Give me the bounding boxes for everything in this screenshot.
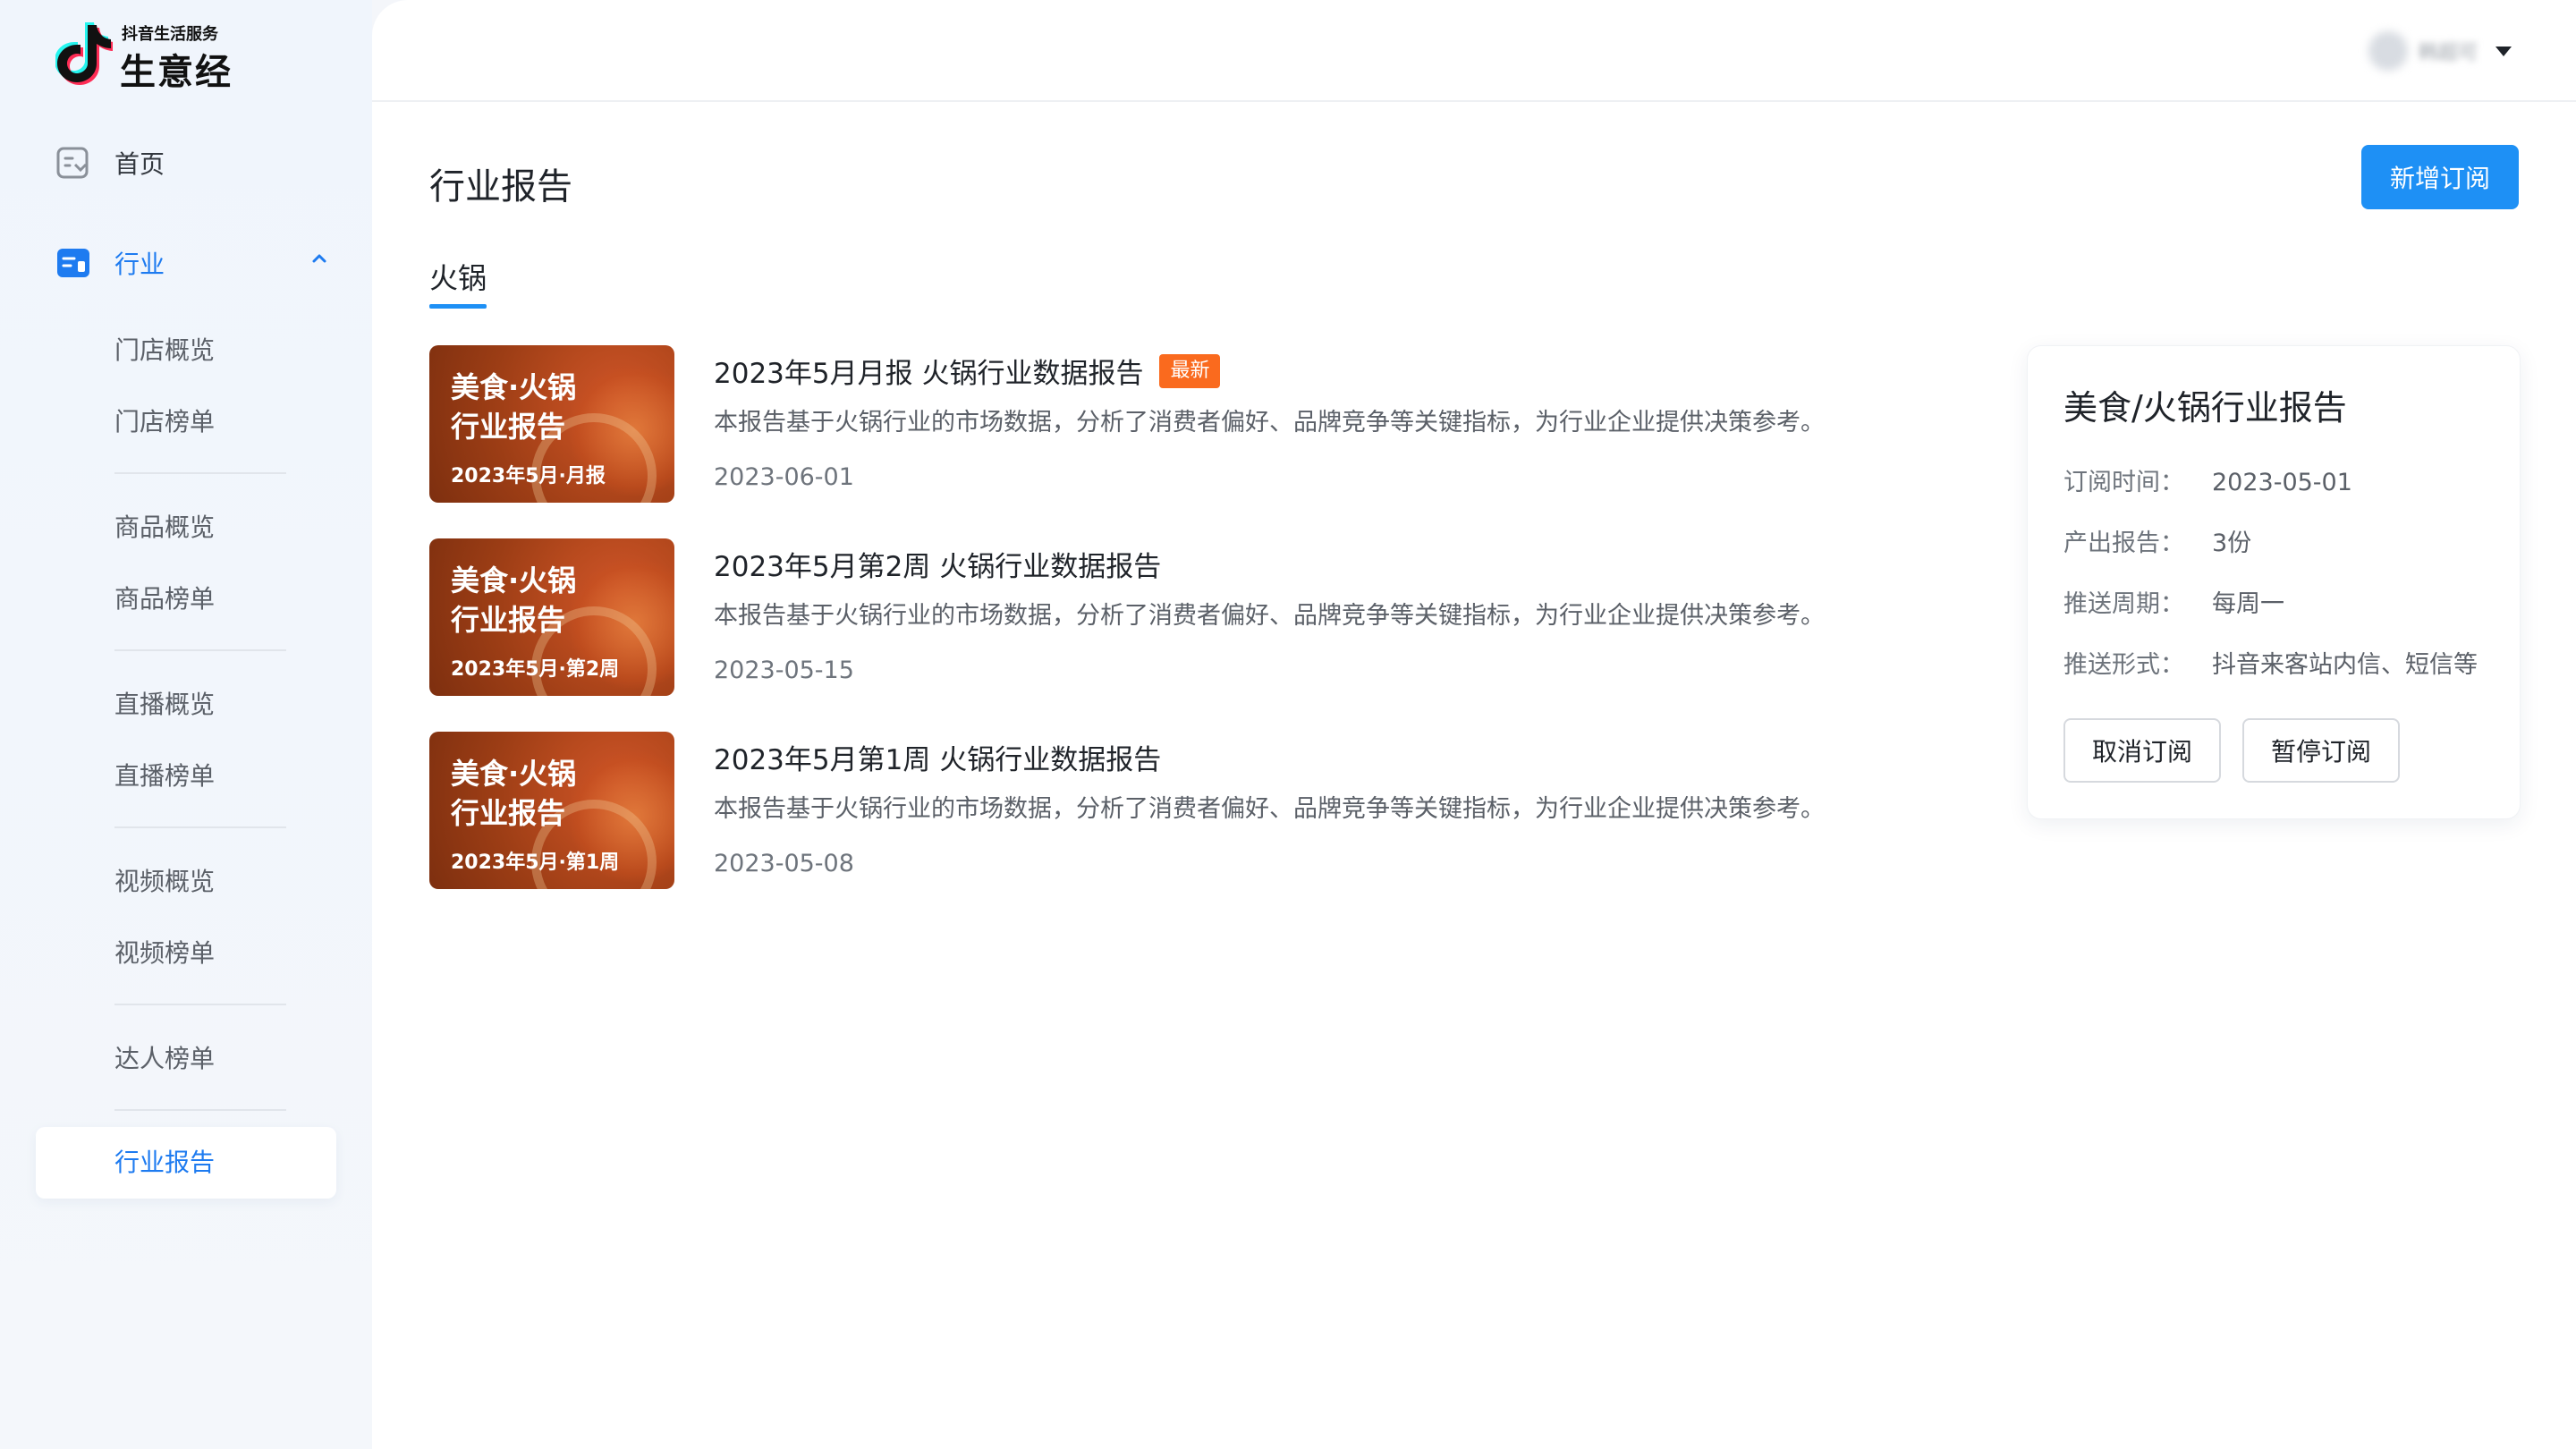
sidebar-item-store-overview[interactable]: 门店概览	[114, 333, 215, 369]
tab-active-indicator	[429, 304, 487, 309]
report-date: 2023-06-01	[714, 463, 854, 491]
row-label: 订阅时间：	[2063, 469, 2184, 496]
sidebar-divider	[114, 1109, 286, 1111]
top-bar: 韩超可	[372, 0, 2576, 102]
subscription-row: 推送周期： 每周一	[2063, 584, 2284, 619]
sidebar-item-influencer-ranking[interactable]: 达人榜单	[114, 1041, 215, 1077]
brand-logo[interactable]: 抖音生活服务 生意经	[55, 21, 270, 93]
subscription-row: 推送形式： 抖音来客站内信、短信等	[2063, 645, 2478, 680]
brand-subtitle: 抖音生活服务	[122, 25, 218, 44]
nav-home[interactable]: 首页	[55, 141, 165, 184]
sidebar-item-live-overview[interactable]: 直播概览	[114, 687, 215, 723]
report-description: 本报告基于火锅行业的市场数据，分析了消费者偏好、品牌竞争等关键指标，为行业企业提…	[714, 602, 1825, 630]
thumbnail-title: 美食·火锅	[451, 564, 577, 597]
nav-industry-label: 行业	[114, 250, 165, 279]
subscription-title: 美食/火锅行业报告	[2063, 388, 2347, 428]
report-title[interactable]: 2023年5月第2周 火锅行业数据报告	[714, 544, 1161, 584]
home-icon	[56, 147, 89, 179]
report-title-text: 2023年5月月报 火锅行业数据报告	[714, 358, 1144, 390]
sidebar-item-label: 行业报告	[114, 1148, 216, 1177]
row-value: 抖音来客站内信、短信等	[2212, 651, 2478, 679]
add-subscription-button[interactable]: 新增订阅	[2361, 145, 2519, 209]
user-name: 韩超可	[2418, 42, 2478, 64]
subscription-row: 产出报告： 3份	[2063, 523, 2251, 558]
report-description: 本报告基于火锅行业的市场数据，分析了消费者偏好、品牌竞争等关键指标，为行业企业提…	[714, 409, 1825, 436]
row-value: 3份	[2212, 530, 2252, 557]
chevron-up-icon[interactable]	[309, 249, 329, 268]
nav-home-label: 首页	[114, 149, 165, 179]
cancel-subscription-button[interactable]: 取消订阅	[2063, 718, 2221, 783]
pause-subscription-button[interactable]: 暂停订阅	[2242, 718, 2400, 783]
new-badge: 最新	[1159, 353, 1221, 388]
main-content: 韩超可 行业报告 新增订阅 火锅 美食·火锅 行业报告 2023年5月·月报 2…	[372, 0, 2576, 1449]
sidebar-item-industry-report[interactable]: 行业报告	[36, 1127, 336, 1199]
thumbnail-subtitle: 行业报告	[451, 603, 566, 637]
sidebar-divider	[114, 826, 286, 828]
report-title-text: 2023年5月第1周 火锅行业数据报告	[714, 744, 1162, 776]
report-thumbnail[interactable]: 美食·火锅 行业报告 2023年5月·第2周	[429, 538, 674, 696]
report-date: 2023-05-15	[714, 657, 854, 684]
douyin-logo-icon	[55, 22, 113, 85]
report-title[interactable]: 2023年5月第1周 火锅行业数据报告	[714, 737, 1161, 777]
caret-down-icon	[2496, 46, 2512, 56]
user-menu[interactable]: 韩超可	[2368, 30, 2512, 72]
report-thumbnail[interactable]: 美食·火锅 行业报告 2023年5月·月报	[429, 345, 674, 503]
sidebar-divider	[114, 649, 286, 651]
subscription-card: 美食/火锅行业报告 订阅时间： 2023-05-01 产出报告： 3份 推送周期： 每…	[2027, 345, 2521, 819]
sidebar-item-store-ranking[interactable]: 门店榜单	[114, 404, 215, 440]
industry-icon	[57, 249, 89, 277]
sidebar-item-live-ranking[interactable]: 直播榜单	[114, 758, 215, 794]
report-description: 本报告基于火锅行业的市场数据，分析了消费者偏好、品牌竞争等关键指标，为行业企业提…	[714, 795, 1825, 823]
brand-name: 生意经	[120, 52, 233, 93]
sidebar-item-video-ranking[interactable]: 视频榜单	[114, 936, 215, 971]
report-title[interactable]: 2023年5月月报 火锅行业数据报告 最新	[714, 351, 1221, 391]
thumbnail-period: 2023年5月·第1周	[451, 852, 620, 874]
row-value: 2023-05-01	[2212, 469, 2352, 496]
row-label: 推送周期：	[2063, 590, 2184, 618]
sidebar-divider	[114, 1004, 286, 1005]
row-value: 每周一	[2212, 590, 2284, 618]
report-item[interactable]: 美食·火锅 行业报告 2023年5月·月报 2023年5月月报 火锅行业数据报告…	[429, 345, 1986, 503]
report-date: 2023-05-08	[714, 850, 854, 877]
avatar	[2368, 31, 2408, 71]
tab-hotpot[interactable]: 火锅	[429, 256, 487, 297]
report-item[interactable]: 美食·火锅 行业报告 2023年5月·第1周 2023年5月第1周 火锅行业数据…	[429, 732, 1986, 889]
page-title: 行业报告	[429, 166, 572, 208]
thumbnail-period: 2023年5月·第2周	[451, 658, 620, 681]
thumbnail-subtitle: 行业报告	[451, 410, 566, 444]
thumbnail-title: 美食·火锅	[451, 757, 577, 791]
sidebar-item-product-ranking[interactable]: 商品榜单	[114, 581, 215, 617]
thumbnail-period: 2023年5月·月报	[451, 465, 606, 487]
row-label: 产出报告：	[2063, 530, 2184, 557]
thumbnail-subtitle: 行业报告	[451, 796, 566, 830]
thumbnail-title: 美食·火锅	[451, 370, 577, 404]
subscription-row: 订阅时间： 2023-05-01	[2063, 462, 2352, 497]
sidebar-item-product-overview[interactable]: 商品概览	[114, 510, 215, 546]
report-title-text: 2023年5月第2周 火锅行业数据报告	[714, 551, 1162, 583]
report-item[interactable]: 美食·火锅 行业报告 2023年5月·第2周 2023年5月第2周 火锅行业数据…	[429, 538, 1986, 696]
sidebar: 抖音生活服务 生意经 首页 行业 门店概览 门店榜单 商品概览 商品榜单 直播概…	[0, 0, 372, 1449]
row-label: 推送形式：	[2063, 651, 2184, 679]
nav-industry[interactable]: 行业	[55, 242, 329, 284]
report-thumbnail[interactable]: 美食·火锅 行业报告 2023年5月·第1周	[429, 732, 674, 889]
sidebar-divider	[114, 472, 286, 474]
sidebar-item-video-overview[interactable]: 视频概览	[114, 864, 215, 900]
